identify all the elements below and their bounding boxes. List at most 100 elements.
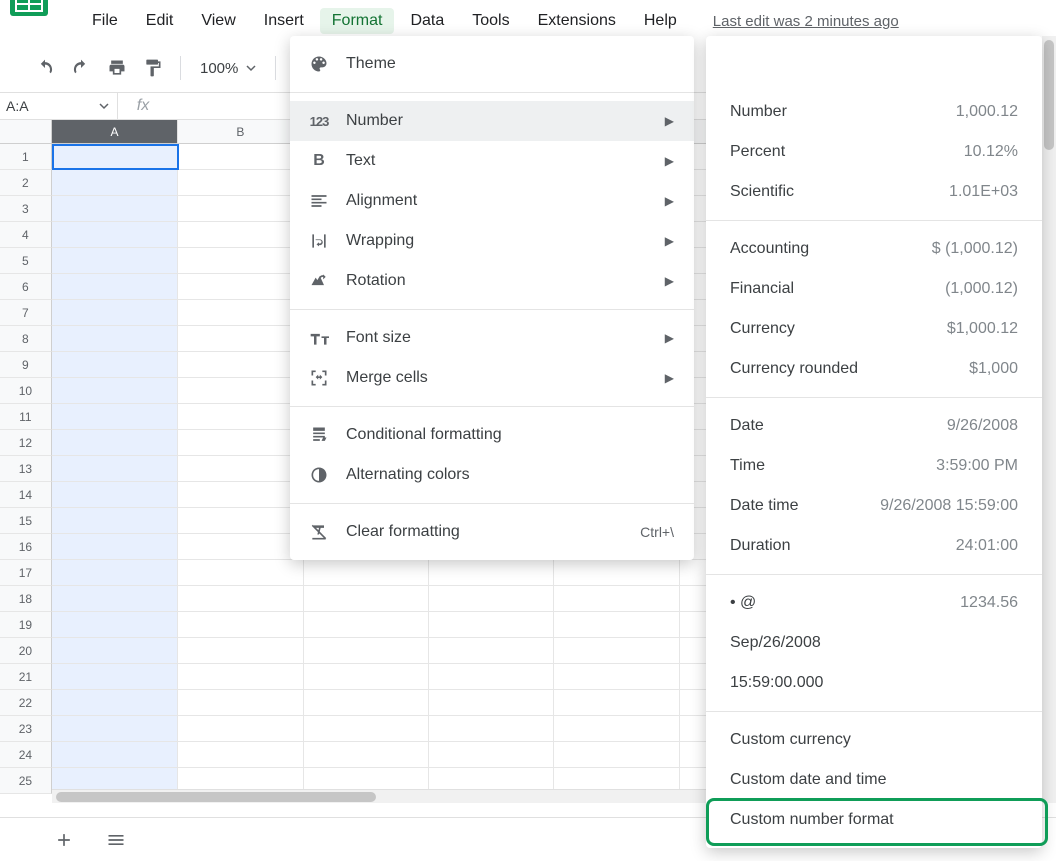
number-format-option[interactable]: Currency$1,000.12 [706, 309, 1042, 349]
format-menu-item[interactable]: Merge cells▶ [290, 358, 694, 398]
cell[interactable] [429, 560, 554, 586]
cell[interactable] [429, 612, 554, 638]
format-menu-item[interactable]: Wrapping▶ [290, 221, 694, 261]
cell[interactable] [52, 560, 178, 586]
row-header[interactable]: 10 [0, 378, 52, 404]
cell[interactable] [304, 612, 429, 638]
col-header-A[interactable]: A [52, 120, 178, 144]
cell[interactable] [52, 378, 178, 404]
row-header[interactable]: 11 [0, 404, 52, 430]
number-format-option[interactable]: Currency rounded$1,000 [706, 349, 1042, 389]
row-header[interactable]: 13 [0, 456, 52, 482]
cell[interactable] [52, 482, 178, 508]
number-format-option[interactable]: Time3:59:00 PM [706, 446, 1042, 486]
row-header[interactable]: 24 [0, 742, 52, 768]
cell[interactable] [304, 742, 429, 768]
cell[interactable] [178, 404, 303, 430]
row-header[interactable]: 19 [0, 612, 52, 638]
cell[interactable] [52, 716, 178, 742]
select-all-corner[interactable] [0, 120, 52, 144]
all-sheets-button[interactable] [100, 824, 132, 856]
number-format-option[interactable]: • @1234.56 [706, 583, 1042, 623]
cell[interactable] [178, 352, 303, 378]
cell[interactable] [52, 638, 178, 664]
redo-button[interactable] [66, 53, 96, 83]
last-edit-link[interactable]: Last edit was 2 minutes ago [713, 13, 899, 30]
number-format-option[interactable]: Percent10.12% [706, 132, 1042, 172]
number-format-option[interactable]: Custom date and time [706, 760, 1042, 800]
row-header[interactable]: 12 [0, 430, 52, 456]
menu-help[interactable]: Help [632, 8, 689, 34]
print-button[interactable] [102, 53, 132, 83]
cell[interactable] [178, 508, 303, 534]
cell[interactable] [554, 742, 679, 768]
cell[interactable] [178, 534, 303, 560]
format-menu-item[interactable]: Alignment▶ [290, 181, 694, 221]
cell[interactable] [178, 560, 303, 586]
cell[interactable] [178, 664, 303, 690]
cell[interactable] [554, 560, 679, 586]
cell[interactable] [178, 378, 303, 404]
cell[interactable] [178, 170, 303, 196]
menu-extensions[interactable]: Extensions [526, 8, 628, 34]
menu-edit[interactable]: Edit [134, 8, 186, 34]
col-header-B[interactable]: B [178, 120, 303, 144]
cell[interactable] [429, 586, 554, 612]
format-menu-item[interactable]: Clear formattingCtrl+\ [290, 512, 694, 552]
cell[interactable] [554, 612, 679, 638]
cell[interactable] [52, 742, 178, 768]
row-header[interactable]: 14 [0, 482, 52, 508]
cell[interactable] [304, 586, 429, 612]
cell[interactable] [178, 716, 303, 742]
cell[interactable] [554, 690, 679, 716]
cell[interactable] [178, 586, 303, 612]
cell[interactable] [178, 144, 303, 170]
menu-tools[interactable]: Tools [460, 8, 521, 34]
cell[interactable] [429, 664, 554, 690]
cell[interactable] [52, 664, 178, 690]
cell[interactable] [52, 404, 178, 430]
row-header[interactable]: 15 [0, 508, 52, 534]
cell[interactable] [52, 170, 178, 196]
cell[interactable] [429, 690, 554, 716]
cell[interactable] [554, 664, 679, 690]
menu-data[interactable]: Data [398, 8, 456, 34]
cell[interactable] [52, 586, 178, 612]
paint-format-button[interactable] [138, 53, 168, 83]
row-header[interactable]: 4 [0, 222, 52, 248]
number-format-option[interactable]: Sep/26/2008 [706, 623, 1042, 663]
number-format-option[interactable]: Custom number format [706, 800, 1042, 840]
number-format-option[interactable]: Date9/26/2008 [706, 406, 1042, 446]
row-header[interactable]: 21 [0, 664, 52, 690]
cell[interactable] [178, 300, 303, 326]
undo-button[interactable] [30, 53, 60, 83]
cell[interactable] [429, 742, 554, 768]
number-format-option[interactable]: Duration24:01:00 [706, 526, 1042, 566]
row-header[interactable]: 20 [0, 638, 52, 664]
cell[interactable] [52, 248, 178, 274]
row-header[interactable]: 22 [0, 690, 52, 716]
cell[interactable] [554, 586, 679, 612]
row-header[interactable]: 16 [0, 534, 52, 560]
menu-file[interactable]: File [80, 8, 130, 34]
number-format-option[interactable]: Number1,000.12 [706, 92, 1042, 132]
menu-view[interactable]: View [189, 8, 247, 34]
cell[interactable] [304, 716, 429, 742]
cell[interactable] [178, 248, 303, 274]
cell[interactable] [178, 638, 303, 664]
number-format-option[interactable]: Scientific1.01E+03 [706, 172, 1042, 212]
format-menu-item[interactable]: 123Number▶ [290, 101, 694, 141]
row-header[interactable]: 7 [0, 300, 52, 326]
cell[interactable] [178, 222, 303, 248]
cell[interactable] [304, 690, 429, 716]
row-header[interactable]: 23 [0, 716, 52, 742]
number-format-option[interactable]: Accounting$ (1,000.12) [706, 229, 1042, 269]
number-format-option[interactable]: 15:59:00.000 [706, 663, 1042, 703]
cell[interactable] [52, 690, 178, 716]
menu-format[interactable]: Format [320, 8, 395, 34]
cell[interactable] [178, 274, 303, 300]
cell[interactable] [429, 716, 554, 742]
row-header[interactable]: 3 [0, 196, 52, 222]
row-header[interactable]: 8 [0, 326, 52, 352]
row-header[interactable]: 17 [0, 560, 52, 586]
